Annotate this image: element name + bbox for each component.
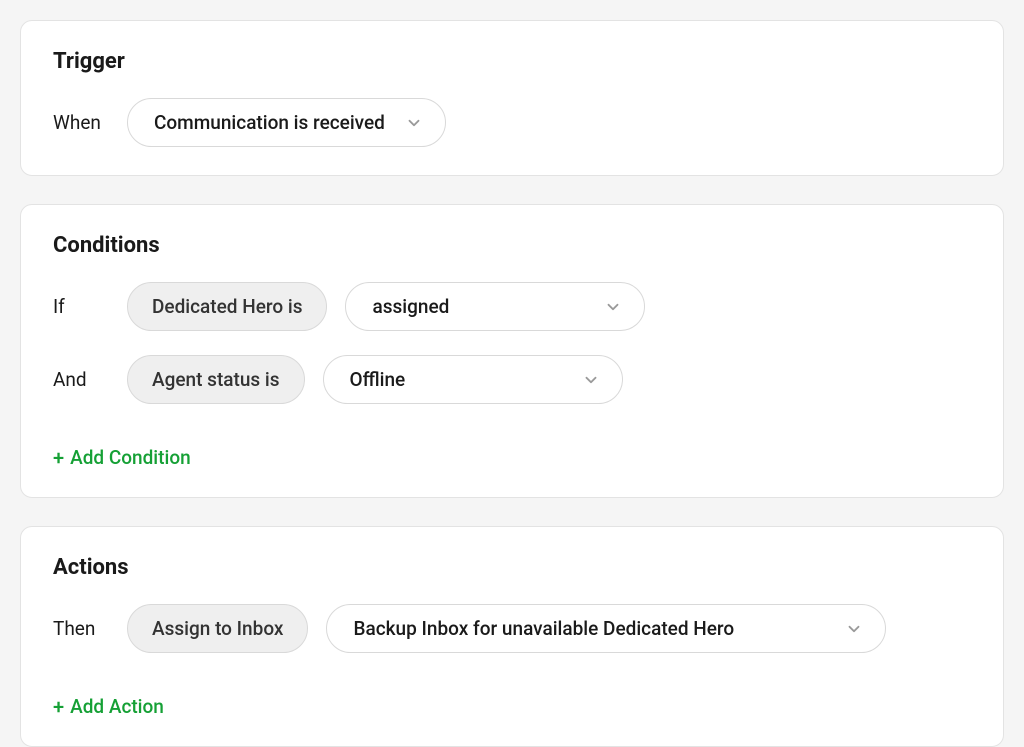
actions-title: Actions — [53, 555, 971, 580]
trigger-card: Trigger When Communication is received — [20, 20, 1004, 176]
actions-card: Actions Then Assign to Inbox Backup Inbo… — [20, 526, 1004, 747]
trigger-row: When Communication is received — [53, 98, 971, 147]
condition-field-pill[interactable]: Agent status is — [127, 355, 305, 404]
condition-row: If Dedicated Hero is assigned — [53, 282, 971, 331]
condition-value: Offline — [350, 368, 406, 391]
condition-field-pill[interactable]: Dedicated Hero is — [127, 282, 327, 331]
condition-value: assigned — [372, 295, 449, 318]
add-condition-label: Add Condition — [70, 446, 191, 469]
plus-icon: + — [53, 448, 64, 468]
chevron-down-icon — [405, 114, 423, 132]
action-value-select[interactable]: Backup Inbox for unavailable Dedicated H… — [326, 604, 886, 653]
add-action-button[interactable]: + Add Action — [53, 695, 164, 718]
action-joiner: Then — [53, 617, 109, 640]
add-action-label: Add Action — [70, 695, 164, 718]
when-label: When — [53, 111, 109, 134]
action-value: Backup Inbox for unavailable Dedicated H… — [353, 617, 734, 640]
trigger-title: Trigger — [53, 49, 971, 74]
trigger-event-select[interactable]: Communication is received — [127, 98, 446, 147]
condition-row: And Agent status is Offline — [53, 355, 971, 404]
action-row: Then Assign to Inbox Backup Inbox for un… — [53, 604, 971, 653]
trigger-event-value: Communication is received — [154, 111, 385, 134]
condition-value-select[interactable]: Offline — [323, 355, 623, 404]
chevron-down-icon — [582, 371, 600, 389]
conditions-title: Conditions — [53, 233, 971, 258]
chevron-down-icon — [845, 620, 863, 638]
conditions-card: Conditions If Dedicated Hero is assigned… — [20, 204, 1004, 498]
chevron-down-icon — [604, 298, 622, 316]
add-condition-button[interactable]: + Add Condition — [53, 446, 191, 469]
condition-joiner: If — [53, 295, 109, 318]
action-field-pill[interactable]: Assign to Inbox — [127, 604, 308, 653]
condition-joiner: And — [53, 368, 109, 391]
condition-value-select[interactable]: assigned — [345, 282, 645, 331]
